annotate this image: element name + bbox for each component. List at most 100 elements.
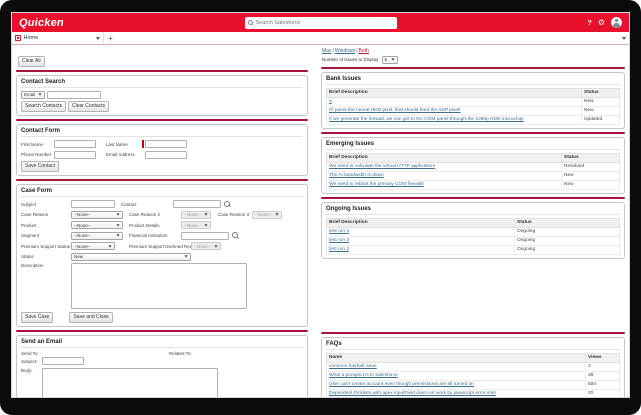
segment-select[interactable]: --None-- bbox=[71, 232, 123, 240]
phone-number-field[interactable] bbox=[54, 151, 96, 159]
table-row: User can't create account even though pe… bbox=[327, 380, 620, 389]
last-name-label: Last Name bbox=[106, 142, 142, 147]
bank-issues-section: Bank Issues Brief Description Status aNe… bbox=[321, 72, 625, 129]
table-row: We need to calculate the virtual HTTP ap… bbox=[327, 162, 620, 171]
send-to-label: Send To: bbox=[21, 351, 39, 356]
emerging-issues-table: Brief Description Status We need to calc… bbox=[326, 153, 620, 190]
clear-contacts-button[interactable]: Clear Contacts bbox=[68, 101, 109, 112]
contact-form-section: Contact Form First Name Last Name Phone … bbox=[16, 124, 308, 176]
platform-link-mac[interactable]: Mac bbox=[322, 48, 331, 54]
tab-overflow-caret-icon[interactable] bbox=[622, 37, 626, 40]
product-label: Product bbox=[21, 223, 71, 228]
contact-search-field-select[interactable]: Email bbox=[21, 91, 45, 99]
issue-link[interactable]: The AI bandwidth is down bbox=[329, 173, 384, 178]
table-row: If we generate the firewall, we can get … bbox=[327, 115, 620, 124]
col-status: Status bbox=[562, 153, 620, 162]
lookup-icon[interactable] bbox=[231, 232, 239, 240]
right-column: Mac/Windows/Both Number of Issues to Dis… bbox=[321, 47, 625, 398]
help-icon[interactable]: ? bbox=[587, 18, 592, 27]
ongoing-issues-section: Ongoing Issues Brief Description Status … bbox=[321, 202, 625, 259]
first-name-field[interactable] bbox=[54, 140, 96, 148]
product-select[interactable]: --None-- bbox=[71, 221, 123, 229]
email-body-label: Body: bbox=[21, 368, 42, 373]
app-header: Quicken ? ⚙ bbox=[12, 13, 629, 32]
chevron-down-icon bbox=[204, 224, 207, 226]
platform-filter: Mac/Windows/Both bbox=[322, 48, 625, 54]
col-status: Status bbox=[515, 218, 620, 227]
chevron-down-icon[interactable] bbox=[96, 37, 100, 40]
chevron-down-icon bbox=[214, 245, 217, 247]
contact-label: Contact bbox=[121, 202, 173, 207]
issue-link[interactable]: test run 2 bbox=[329, 247, 349, 252]
chevron-down-icon bbox=[108, 245, 111, 247]
issue-link[interactable]: If we generate the firewall, we can get … bbox=[329, 117, 524, 122]
case-reason-3-select[interactable]: --None-- bbox=[252, 211, 282, 219]
case-reason-select[interactable]: --None-- bbox=[71, 211, 123, 219]
send-email-section: Send an Email Send To: Related To: Subje… bbox=[16, 335, 308, 399]
table-row: What a prospect is in Salesforce39 bbox=[327, 371, 620, 380]
status-select[interactable]: New bbox=[71, 253, 191, 261]
description-textarea[interactable] bbox=[71, 263, 247, 309]
premium-support-status-select[interactable]: --None-- bbox=[71, 242, 115, 250]
clear-all-button[interactable]: Clear All bbox=[18, 56, 45, 67]
global-search[interactable] bbox=[245, 17, 397, 29]
email-address-field[interactable] bbox=[145, 151, 187, 159]
financial-institution-field[interactable] bbox=[181, 232, 229, 240]
lookup-icon[interactable] bbox=[223, 200, 231, 208]
section-divider bbox=[321, 67, 625, 69]
faq-link[interactable]: Dependent Picklists with apex inputField… bbox=[329, 391, 496, 396]
platform-link-both[interactable]: Both bbox=[359, 48, 369, 54]
section-divider bbox=[16, 179, 308, 181]
issue-link[interactable]: We need to reboot the primary COM firewa… bbox=[329, 182, 424, 187]
section-divider bbox=[16, 119, 308, 121]
issue-link[interactable]: test run 3 bbox=[329, 238, 349, 243]
email-subject-field[interactable] bbox=[42, 357, 84, 365]
case-reason-2-select[interactable]: --None-- bbox=[181, 211, 211, 219]
case-reason-3-label: Case Reason 3 bbox=[218, 212, 252, 217]
section-divider bbox=[16, 70, 308, 72]
issue-count-control: Number of Issues to Display: 5 bbox=[322, 56, 625, 64]
home-tab-label: Home bbox=[24, 35, 39, 41]
product-details-select[interactable]: --None-- bbox=[181, 221, 211, 229]
issue-link[interactable]: We need to calculate the virtual HTTP ap… bbox=[329, 164, 435, 169]
subject-field[interactable] bbox=[71, 200, 115, 208]
save-case-button[interactable]: Save Case bbox=[21, 312, 53, 323]
faq-link[interactable]: User can't create account even though pe… bbox=[329, 382, 474, 387]
faqs-table: Name Views common hairball issue3 What a… bbox=[326, 353, 620, 399]
issue-count-select[interactable]: 5 bbox=[382, 56, 398, 64]
contact-search-field-value: Email bbox=[24, 92, 35, 97]
contact-search-section: Contact Search Email Search Contacts Cle… bbox=[16, 75, 308, 117]
contact-lookup-field[interactable] bbox=[173, 200, 221, 208]
issue-link[interactable]: a bbox=[329, 99, 332, 104]
add-tab-button[interactable]: + bbox=[104, 32, 117, 44]
faqs-section: FAQs Name Views common hairball issue3 W… bbox=[321, 337, 625, 399]
search-icon bbox=[248, 20, 254, 26]
table-row: common hairball issue3 bbox=[327, 362, 620, 371]
contact-search-input[interactable] bbox=[47, 91, 101, 99]
gear-icon[interactable]: ⚙ bbox=[598, 19, 605, 27]
section-divider bbox=[16, 330, 308, 332]
faq-link[interactable]: What a prospect is in Salesforce bbox=[329, 373, 398, 378]
platform-link-windows[interactable]: Windows bbox=[335, 48, 355, 54]
save-contact-button[interactable]: Save Contact bbox=[21, 161, 59, 172]
left-column: Clear All Contact Search Email Search Co… bbox=[16, 47, 308, 398]
search-contacts-button[interactable]: Search Contacts bbox=[21, 101, 66, 112]
status-label: Status bbox=[21, 254, 71, 259]
issue-link[interactable]: I'll parse the neural HDD pixel, that sh… bbox=[329, 108, 460, 113]
header-actions: ? ⚙ bbox=[587, 17, 622, 28]
premium-support-status-label: Premium Support Status bbox=[21, 244, 71, 249]
first-name-label: First Name bbox=[21, 142, 54, 147]
save-and-close-button[interactable]: Save and Close bbox=[69, 312, 112, 323]
related-to-label: Related To: bbox=[169, 351, 192, 356]
issue-link[interactable]: test run 4 bbox=[329, 229, 349, 234]
tab-home[interactable]: Home bbox=[12, 32, 104, 44]
avatar[interactable] bbox=[611, 17, 622, 28]
chevron-down-icon bbox=[116, 234, 119, 236]
premium-declined-reason-select[interactable]: --None-- bbox=[191, 242, 221, 250]
faq-link[interactable]: common hairball issue bbox=[329, 364, 377, 369]
search-input[interactable] bbox=[256, 20, 394, 26]
section-divider bbox=[321, 197, 625, 199]
email-body-textarea[interactable] bbox=[42, 368, 218, 399]
last-name-field[interactable] bbox=[145, 140, 187, 148]
col-brief-description: Brief Description bbox=[327, 153, 562, 162]
